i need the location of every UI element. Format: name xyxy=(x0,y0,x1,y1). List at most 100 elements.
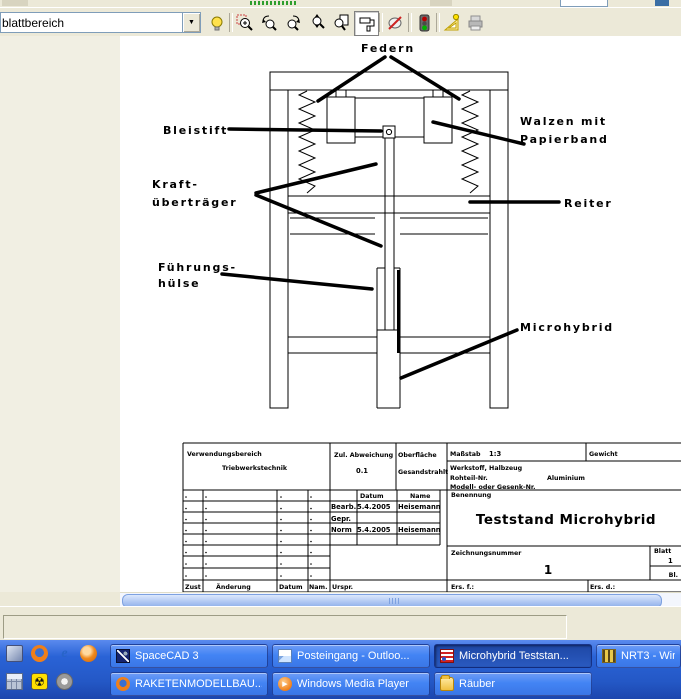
firefox-icon xyxy=(116,677,130,691)
toolbar: blattbereich ▼ xyxy=(0,7,681,37)
ers-f-label: Ers. f.: xyxy=(451,584,474,591)
zust-label: Zust xyxy=(185,584,201,591)
taskbar-button-microhybrid[interactable]: Microhybrid Teststan... xyxy=(434,644,592,668)
label-kraft-2: überträger xyxy=(152,196,237,209)
aenderung-label: Änderung xyxy=(216,582,251,591)
label-walzen-2: Papierband xyxy=(520,133,609,146)
partial-grid-icon xyxy=(250,1,298,5)
radiation-glyph: ☢ xyxy=(34,676,45,688)
label-walzen-1: Walzen mit xyxy=(520,115,607,128)
firefox-icon[interactable] xyxy=(31,645,48,662)
partial-icon xyxy=(430,0,452,6)
oberflaeche-label: Oberfläche xyxy=(398,452,437,459)
drawing-title: Teststand Microhybrid xyxy=(476,512,656,528)
zoom-page-icon[interactable] xyxy=(329,11,352,34)
zoom-window-icon[interactable] xyxy=(233,11,256,34)
taskbar-button-wmp[interactable]: ▶ Windows Media Player xyxy=(272,672,430,696)
bearb-datum: 5.4.2005 xyxy=(357,503,391,511)
label-reiter: Reiter xyxy=(564,197,613,210)
workspace: Federn Bleistift Walzen mit Papierband R… xyxy=(0,36,681,592)
taskbar-button-spacecad[interactable]: SpaceCAD 3 xyxy=(110,644,268,668)
taskbar-button-label: Posteingang - Outloo... xyxy=(297,650,410,662)
gepr-label: Gepr. xyxy=(331,515,351,523)
label-fuehrung-1: Führungs- xyxy=(158,261,237,274)
scrollbar-grip xyxy=(389,598,399,604)
massstab-label: Maßstab xyxy=(450,451,481,458)
label-kraft-1: Kraft- xyxy=(152,178,199,191)
taskbar-button-outlook[interactable]: Posteingang - Outloo... xyxy=(272,644,430,668)
print-preview-icon[interactable] xyxy=(464,11,487,34)
ers-d-label: Ers. d.: xyxy=(590,584,615,591)
norm-datum: 5.4.2005 xyxy=(357,526,391,534)
media-file-icon xyxy=(602,649,616,663)
massstab-value: 1:3 xyxy=(489,450,501,458)
paint-roller-icon[interactable] xyxy=(354,11,379,36)
nam-label: Nam. xyxy=(309,584,327,591)
taskbar: e ☢ SpaceCAD 3 Posteingang - Outloo... M… xyxy=(0,640,681,699)
quick-launch-app-icon[interactable] xyxy=(6,645,23,662)
urspr-label: Urspr. xyxy=(332,584,353,591)
datum-header: Datum xyxy=(360,493,384,500)
zul-abweichung-value: 0.1 xyxy=(356,467,368,475)
zoom-next-icon[interactable] xyxy=(281,11,304,34)
zeichnungsnummer-label: Zeichnungsnummer xyxy=(451,550,522,557)
partial-icon xyxy=(2,0,28,6)
layer-combobox-value[interactable]: blattbereich xyxy=(0,12,182,33)
taskbar-button-raeuber[interactable]: Räuber xyxy=(434,672,592,696)
drawing-canvas[interactable]: Federn Bleistift Walzen mit Papierband R… xyxy=(120,36,681,592)
folder-icon xyxy=(440,677,454,691)
calculator-icon[interactable] xyxy=(6,673,23,690)
play-icon: ▶ xyxy=(282,680,287,688)
chevron-down-icon[interactable]: ▼ xyxy=(182,12,201,33)
page-margin xyxy=(0,36,121,592)
norm-name: Heisemann xyxy=(398,526,441,534)
zul-abweichung-label: Zul. Abweichung xyxy=(334,452,393,459)
scrollbar-corner xyxy=(0,592,120,606)
ie-letter: e xyxy=(61,646,67,662)
radiation-icon[interactable]: ☢ xyxy=(31,673,48,690)
outlook-icon xyxy=(278,649,292,663)
layer-combobox[interactable]: blattbereich ▼ xyxy=(0,12,201,33)
blatt-label: Blatt xyxy=(654,548,671,555)
taskbar-button-raketenmodellbau[interactable]: RAKETENMODELLBAU... xyxy=(110,672,268,696)
verwendungsbereich-label: Verwendungsbereich xyxy=(187,451,262,458)
spacecad-icon xyxy=(116,649,130,663)
label-bleistift: Bleistift xyxy=(163,124,228,137)
bearb-label: Bearb. xyxy=(331,503,356,511)
taskbar-button-label: NRT3 - Windo... xyxy=(621,650,675,662)
rohteil-value: Aluminium xyxy=(547,475,585,482)
partial-color-chip xyxy=(655,0,669,6)
norm-label: Norm xyxy=(331,526,352,534)
benennung-label: Benennung xyxy=(451,492,491,499)
blatt-value: 1 xyxy=(668,557,673,565)
media-player-icon: ▶ xyxy=(278,677,292,691)
werkstoff-label: Werkstoff, Halbzeug xyxy=(450,465,522,472)
taskbar-button-label: SpaceCAD 3 xyxy=(135,650,199,662)
label-microhybrid: Microhybrid xyxy=(520,321,614,334)
rohteil-label: Rohteil-Nr. xyxy=(450,475,488,482)
label-fuehrung-2: hülse xyxy=(158,277,200,290)
oberflaeche-value: Gesandstrahlt xyxy=(398,469,448,476)
set-square-icon[interactable] xyxy=(440,11,463,34)
name-header: Name xyxy=(410,493,430,500)
gewicht-label: Gewicht xyxy=(589,451,618,458)
media-player-icon[interactable] xyxy=(80,645,97,662)
datum-label: Datum xyxy=(279,584,303,591)
app-window: blattbereich ▼ xyxy=(0,0,681,699)
partial-toolbar-row xyxy=(0,0,681,7)
horizontal-scrollbar[interactable] xyxy=(120,592,681,607)
zoom-previous-icon[interactable] xyxy=(257,11,280,34)
eraser-icon[interactable] xyxy=(383,11,406,34)
label-federn: Federn xyxy=(361,42,415,55)
taskbar-button-label: RAKETENMODELLBAU... xyxy=(135,678,262,690)
traffic-light-icon[interactable] xyxy=(412,11,435,34)
internet-explorer-icon[interactable]: e xyxy=(56,645,73,662)
lamp-icon[interactable] xyxy=(205,11,228,34)
zoom-dynamic-icon[interactable] xyxy=(305,11,328,34)
document-icon xyxy=(440,649,454,663)
taskbar-button-label: Räuber xyxy=(459,678,495,690)
taskbar-button-label: Windows Media Player xyxy=(297,678,409,690)
messenger-icon[interactable] xyxy=(56,673,73,690)
taskbar-button-nrt3[interactable]: NRT3 - Windo... xyxy=(596,644,681,668)
bearb-name: Heisemann xyxy=(398,503,441,511)
